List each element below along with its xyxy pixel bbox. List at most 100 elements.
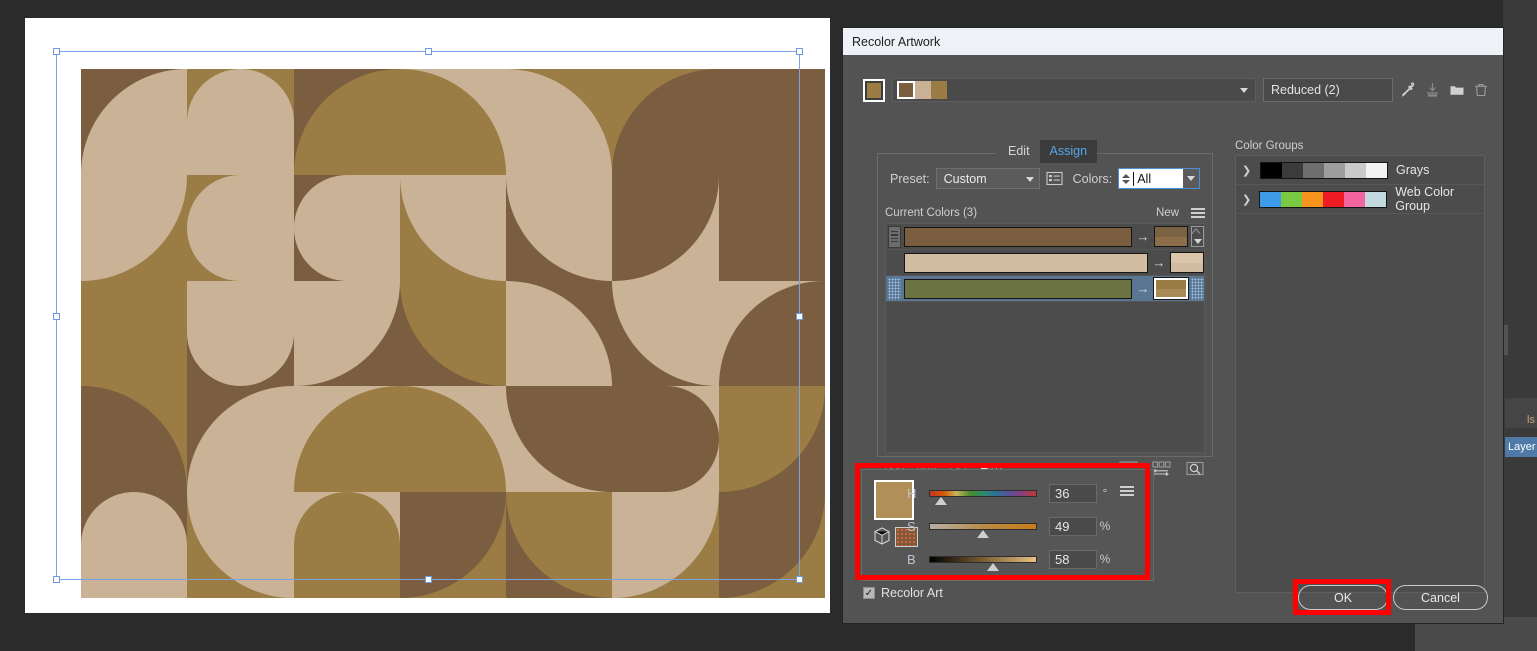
color-group-row[interactable]: ❯ Grays: [1236, 156, 1484, 185]
pattern-tile: [718, 280, 825, 387]
tab-edit[interactable]: Edit: [998, 140, 1040, 163]
color-row[interactable]: →: [886, 250, 1204, 276]
dialog-footer: ✓ Recolor Art OK Cancel: [843, 575, 1503, 623]
current-colors-menu-icon[interactable]: [1191, 208, 1205, 218]
color-group-swatch-strip[interactable]: [1260, 161, 1388, 179]
chevron-right-icon[interactable]: ❯: [1242, 193, 1251, 206]
pattern-tile: [612, 386, 719, 493]
color-row-grip[interactable]: [888, 277, 901, 300]
preset-select[interactable]: Custom: [935, 168, 1040, 189]
colors-count-field[interactable]: All: [1118, 168, 1201, 189]
pattern-tile: [399, 174, 507, 281]
color-row[interactable]: →: [886, 224, 1204, 250]
color-reduction-options-icon[interactable]: [1046, 169, 1063, 189]
pattern-tile: [81, 280, 188, 387]
current-color-swatch[interactable]: [904, 278, 1132, 299]
pattern-tile: [187, 492, 294, 598]
hsb-unit-label: %: [1099, 552, 1111, 566]
workspace-right-dock: [1503, 0, 1537, 651]
color-group-name: Grays: [1396, 163, 1430, 177]
hsb-value-input[interactable]: 58: [1049, 549, 1097, 569]
pattern-tile: [718, 174, 825, 281]
folder-icon[interactable]: [1448, 80, 1465, 100]
recolor-artwork-dialog[interactable]: Recolor Artwork Reduced (2) Edit Assign …: [843, 28, 1503, 623]
colors-label: Colors:: [1072, 171, 1113, 186]
recolor-art-checkbox[interactable]: ✓ Recolor Art: [863, 586, 943, 600]
ok-button[interactable]: OK: [1298, 585, 1388, 610]
pattern-tile: [612, 280, 719, 387]
color-row-grip[interactable]: [888, 252, 901, 274]
hsb-slider-thumb[interactable]: [976, 529, 989, 538]
color-group-toolbar: Reduced (2): [863, 77, 1489, 103]
row-chevron-down-icon[interactable]: [1191, 226, 1204, 247]
dialog-titlebar[interactable]: Recolor Artwork: [843, 28, 1503, 55]
tab-assign[interactable]: Assign: [1039, 140, 1098, 163]
hsb-slider-track[interactable]: [929, 489, 1037, 505]
dialog-title: Recolor Artwork: [852, 34, 941, 49]
chevron-down-icon[interactable]: [1183, 169, 1200, 188]
hsb-slider-track[interactable]: [929, 522, 1037, 538]
color-mode-cube-icon[interactable]: [872, 526, 892, 546]
panel-tab-layers[interactable]: Layer: [1505, 437, 1537, 457]
current-color-swatch[interactable]: [904, 252, 1148, 273]
pattern-tile: [81, 386, 188, 493]
hsb-menu-icon[interactable]: [1120, 486, 1134, 496]
hsb-slider-thumb[interactable]: [934, 496, 947, 505]
current-colors-list[interactable]: → → →: [885, 223, 1205, 453]
eyedropper-icon[interactable]: [1400, 80, 1417, 100]
color-group-name-field[interactable]: Reduced (2): [1263, 78, 1393, 102]
new-color-swatch[interactable]: [1170, 252, 1204, 273]
hsb-slider-track[interactable]: [929, 555, 1037, 571]
pattern-tile: [187, 174, 294, 281]
color-reduction-icon[interactable]: [1185, 461, 1205, 482]
pattern-tile: [718, 492, 825, 598]
active-color-swatch[interactable]: [863, 78, 885, 102]
preset-value: Custom: [943, 171, 987, 186]
maps-to-arrow-icon: →: [1136, 281, 1150, 296]
mode-tabs[interactable]: Edit Assign: [998, 140, 1098, 163]
color-group-dropdown[interactable]: [892, 78, 1256, 102]
pattern-tile: [718, 386, 825, 493]
pattern-tile: [293, 386, 400, 493]
current-colors-label: Current Colors (3): [885, 207, 978, 219]
pattern-tile: [81, 492, 188, 598]
artwork-pattern[interactable]: [81, 69, 825, 598]
cancel-button[interactable]: Cancel: [1393, 585, 1488, 610]
panel-tab-tools[interactable]: ls: [1505, 398, 1537, 428]
color-row-grip-end[interactable]: [1191, 277, 1204, 300]
preset-label: Preset:: [890, 171, 930, 186]
illustrator-canvas[interactable]: [0, 0, 843, 651]
maps-to-arrow-icon: →: [1152, 255, 1166, 270]
pattern-tile: [612, 492, 719, 598]
randomize-brightness-icon[interactable]: [1152, 460, 1172, 482]
hsb-value-input[interactable]: 36: [1049, 483, 1097, 503]
group-strip-swatch[interactable]: [897, 81, 915, 99]
group-strip-swatch[interactable]: [931, 81, 947, 99]
chevron-right-icon[interactable]: ❯: [1242, 164, 1252, 177]
pattern-tile: [81, 174, 188, 281]
color-groups-panel[interactable]: ❯ Grays ❯ Web Color Group: [1235, 155, 1485, 593]
pattern-tile: [612, 174, 719, 281]
hsb-value-input[interactable]: 49: [1049, 516, 1097, 536]
color-group-row[interactable]: ❯ Web Color Group: [1236, 185, 1484, 214]
preset-controls-row: Preset: Custom Colors: All: [890, 168, 1201, 189]
color-group-strip: [897, 81, 947, 99]
chevron-down-icon[interactable]: [1240, 87, 1248, 93]
color-group-swatch-strip[interactable]: [1259, 190, 1388, 208]
new-color-swatch[interactable]: [1154, 226, 1188, 247]
checkbox-checked-icon[interactable]: ✓: [863, 587, 875, 599]
chevron-down-icon[interactable]: [1025, 177, 1034, 182]
pattern-tile: [187, 280, 294, 387]
color-row-grip[interactable]: [888, 225, 901, 248]
current-color-swatch[interactable]: [904, 226, 1132, 247]
new-color-swatch[interactable]: [1153, 277, 1189, 300]
colors-stepper[interactable]: [1119, 169, 1134, 188]
hsb-row-b: B 58%: [907, 548, 1113, 571]
pattern-tile: [506, 492, 613, 598]
group-strip-swatch[interactable]: [915, 81, 931, 99]
pattern-tile: [81, 69, 188, 175]
colors-input[interactable]: All: [1133, 171, 1183, 186]
hsb-slider-thumb[interactable]: [986, 562, 999, 571]
hsb-color-sliders[interactable]: H 36 ° S 49% B 58%: [861, 469, 1154, 581]
color-row[interactable]: →: [886, 276, 1204, 302]
